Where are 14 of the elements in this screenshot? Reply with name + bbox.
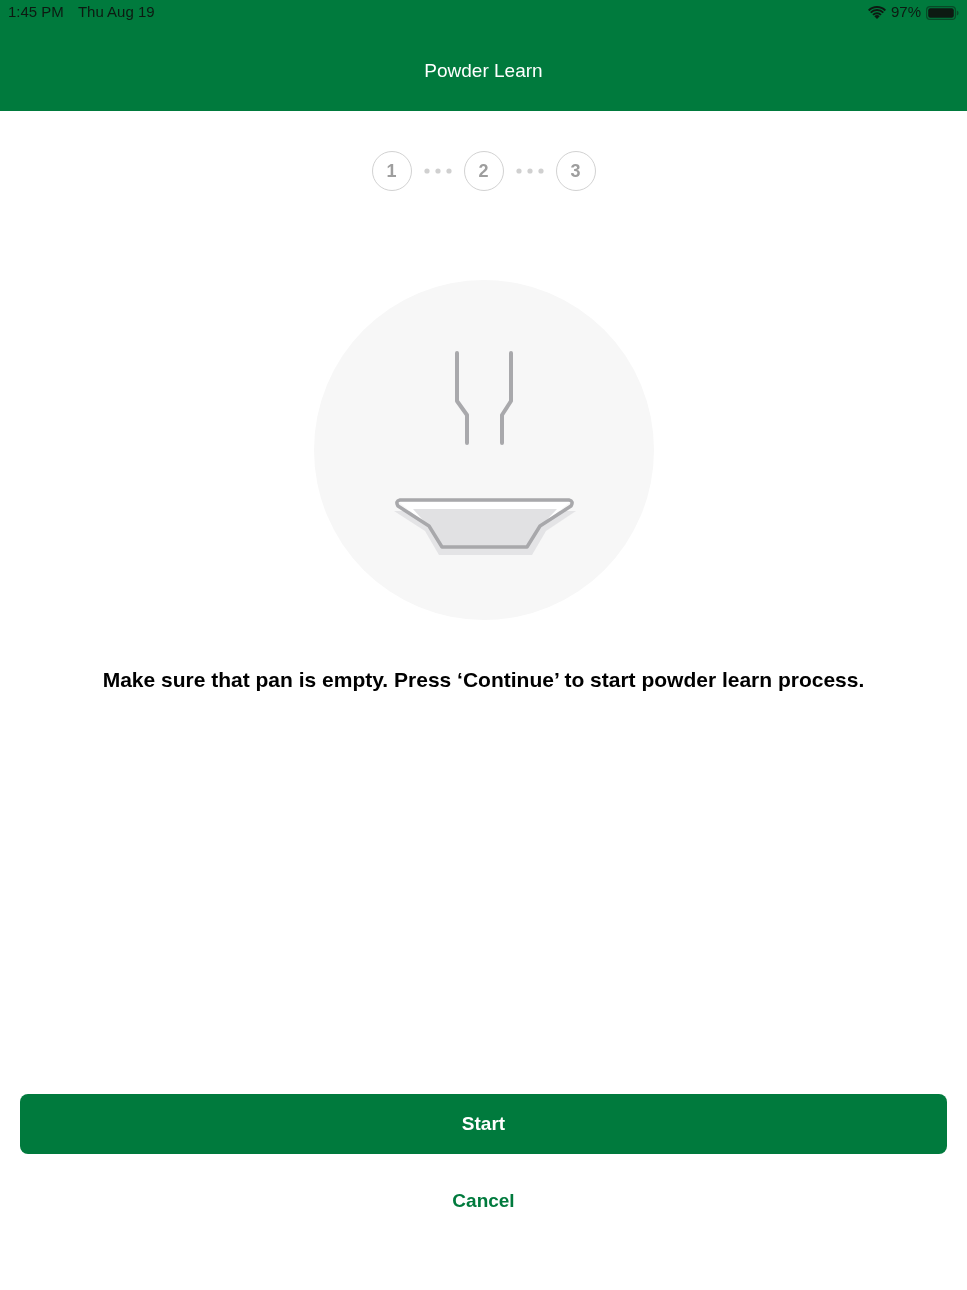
screen-title: Powder Learn: [424, 59, 543, 84]
step-indicator: 2: [463, 151, 504, 191]
battery-percentage: 97%: [890, 2, 921, 23]
ellipsis-icon: [423, 168, 452, 174]
instruction-text: Make sure that pan is empty. Press ‘Continue’ to start powder learn process.: [101, 667, 866, 693]
status-date: Thu Aug 19: [77, 2, 155, 23]
cancel-button[interactable]: Cancel: [448, 1184, 519, 1218]
status-time: 1:45 PM: [8, 2, 64, 23]
ellipsis-icon: [515, 168, 544, 174]
wifi-icon: [867, 6, 886, 19]
step-indicator: 3: [555, 151, 596, 191]
step-indicator: 1: [371, 151, 412, 191]
start-button[interactable]: Start: [20, 1094, 947, 1154]
battery-icon: [926, 5, 959, 20]
